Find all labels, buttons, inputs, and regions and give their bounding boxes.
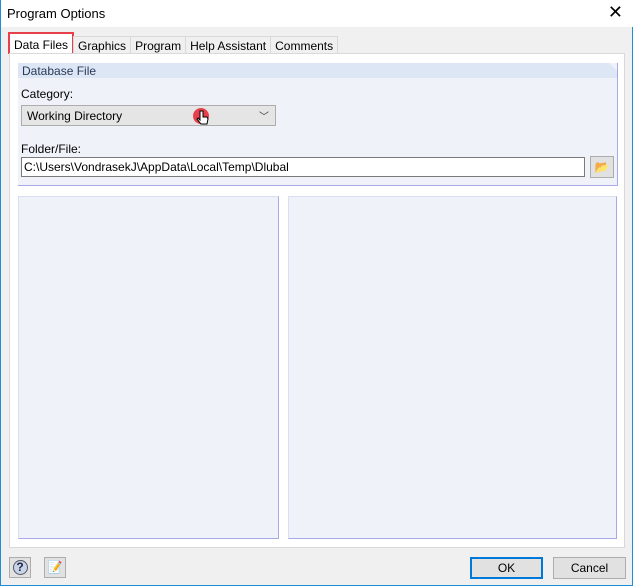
tab-comments[interactable]: Comments [270,36,339,54]
category-value: Working Directory [27,109,123,123]
title-bar: Program Options ✕ [1,0,633,27]
folder-file-input[interactable]: C:\Users\VondrasekJ\AppData\Local\Temp\D… [21,157,585,177]
right-panel [288,196,617,539]
tab-graphics[interactable]: Graphics [73,36,132,54]
help-icon: ? [12,560,28,575]
database-file-group: Database File Category: Working Director… [18,63,618,186]
tab-program[interactable]: Program [130,36,187,54]
category-label: Category: [21,87,74,101]
folder-label: Folder/File: [21,142,82,156]
ok-button[interactable]: OK [470,557,543,579]
left-panel [18,196,279,539]
tab-page: Database File Category: Working Director… [9,53,625,548]
category-dropdown[interactable]: Working Directory ﹀ [21,105,276,126]
tab-bar: Data Files Graphics Program Help Assista… [8,32,339,54]
tab-data-files[interactable]: Data Files [8,32,75,54]
cancel-button[interactable]: Cancel [553,557,626,579]
tab-help-assistant[interactable]: Help Assistant [185,36,272,54]
edit-notes-button[interactable]: 📝 [44,557,66,578]
notepad-pencil-icon: 📝 [47,560,63,574]
help-button[interactable]: ? [9,557,31,578]
chevron-down-icon: ﹀ [259,112,269,123]
browse-folder-button[interactable]: 📂 [590,156,614,178]
close-icon[interactable]: ✕ [608,2,623,23]
hand-cursor-icon [193,108,209,125]
folder-binoculars-icon: 📂 [594,160,610,174]
group-header: Database File [18,63,617,78]
window-title: Program Options [7,6,106,21]
program-options-dialog: Program Options ✕ Data Files Graphics Pr… [0,0,633,586]
